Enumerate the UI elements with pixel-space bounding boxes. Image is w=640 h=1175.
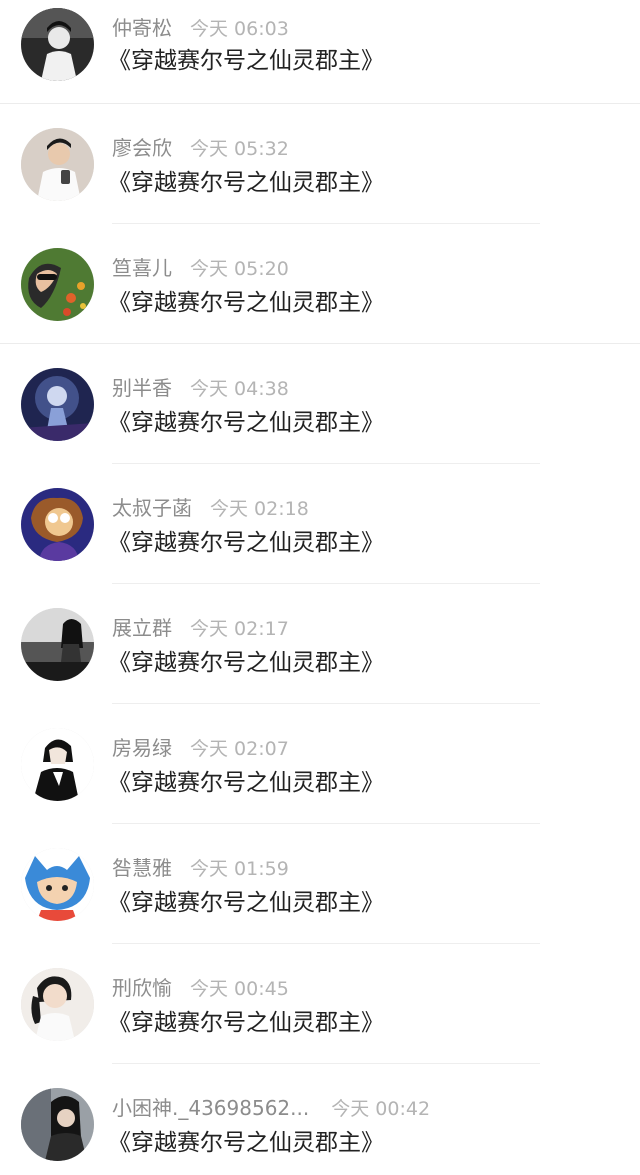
list-item[interactable]: 小困神._43698562... 今天 00:42 《穿越赛尔号之仙灵郡主》: [0, 1064, 640, 1175]
comment-text: 《穿越赛尔号之仙灵郡主》: [108, 410, 384, 436]
timestamp: 今天 01:59: [190, 858, 289, 880]
item-meta: 展立群 今天 02:17: [112, 614, 289, 642]
item-meta: 别半香 今天 04:38: [112, 374, 289, 402]
avatar-anime-boy-suit-icon: [21, 728, 94, 801]
comment-text: 《穿越赛尔号之仙灵郡主》: [108, 890, 384, 916]
user-name[interactable]: 刑欣愉: [112, 976, 172, 1000]
user-name[interactable]: 太叔子菡: [112, 496, 192, 520]
comment-list: 仲寄松 今天 06:03 《穿越赛尔号之仙灵郡主》 廖会欣 今天 05:32 《穿越…: [0, 0, 640, 1175]
avatar-girl-dark-hair-icon: [21, 1088, 94, 1161]
list-item[interactable]: 仲寄松 今天 06:03 《穿越赛尔号之仙灵郡主》: [0, 0, 640, 104]
avatar[interactable]: [21, 848, 94, 921]
avatar-cartoon-chipmunk-icon: [21, 488, 94, 561]
list-item[interactable]: 别半香 今天 04:38 《穿越赛尔号之仙灵郡主》: [0, 344, 640, 464]
comment-text: 《穿越赛尔号之仙灵郡主》: [108, 650, 384, 676]
avatar-blue-figure-icon: [21, 368, 94, 441]
user-name[interactable]: 咎慧雅: [112, 856, 172, 880]
list-item[interactable]: 笪喜儿 今天 05:20 《穿越赛尔号之仙灵郡主》: [0, 224, 640, 344]
comment-text: 《穿越赛尔号之仙灵郡主》: [108, 170, 384, 196]
avatar-stitch-hood-icon: [21, 848, 94, 921]
item-meta: 小困神._43698562... 今天 00:42: [112, 1094, 430, 1122]
timestamp: 今天 05:32: [190, 138, 289, 160]
avatar[interactable]: [21, 608, 94, 681]
avatar[interactable]: [21, 968, 94, 1041]
timestamp: 今天 04:38: [190, 378, 289, 400]
user-name[interactable]: 房易绿: [112, 736, 172, 760]
comment-text: 《穿越赛尔号之仙灵郡主》: [108, 1130, 384, 1156]
timestamp: 今天 00:42: [331, 1098, 431, 1120]
avatar[interactable]: [21, 248, 94, 321]
list-item[interactable]: 咎慧雅 今天 01:59 《穿越赛尔号之仙灵郡主》: [0, 824, 640, 944]
item-meta: 咎慧雅 今天 01:59: [112, 854, 289, 882]
item-meta: 房易绿 今天 02:07: [112, 734, 289, 762]
user-name[interactable]: 仲寄松: [112, 16, 172, 40]
timestamp: 今天 02:17: [190, 618, 289, 640]
item-meta: 刑欣愉 今天 00:45: [112, 974, 289, 1002]
timestamp: 今天 05:20: [190, 258, 289, 280]
item-meta: 笪喜儿 今天 05:20: [112, 254, 289, 282]
list-item[interactable]: 展立群 今天 02:17 《穿越赛尔号之仙灵郡主》: [0, 584, 640, 704]
comment-text: 《穿越赛尔号之仙灵郡主》: [108, 290, 384, 316]
comment-text: 《穿越赛尔号之仙灵郡主》: [108, 530, 384, 556]
timestamp: 今天 02:18: [210, 498, 309, 520]
avatar-girl-ponytail-icon: [21, 968, 94, 1041]
comment-text: 《穿越赛尔号之仙灵郡主》: [108, 48, 384, 74]
item-meta: 仲寄松 今天 06:03: [112, 14, 289, 42]
avatar-boy-phone-icon: [21, 128, 94, 201]
avatar[interactable]: [21, 8, 94, 81]
user-name[interactable]: 展立群: [112, 616, 172, 640]
avatar-girl-landscape-icon: [21, 608, 94, 681]
list-item[interactable]: 廖会欣 今天 05:32 《穿越赛尔号之仙灵郡主》: [0, 104, 640, 224]
user-name[interactable]: 小困神._43698562...: [112, 1096, 309, 1120]
avatar[interactable]: [21, 128, 94, 201]
avatar[interactable]: [21, 728, 94, 801]
avatar-boy-black-white-icon: [21, 8, 94, 81]
timestamp: 今天 00:45: [190, 978, 289, 1000]
user-name[interactable]: 廖会欣: [112, 136, 172, 160]
list-item[interactable]: 房易绿 今天 02:07 《穿越赛尔号之仙灵郡主》: [0, 704, 640, 824]
avatar[interactable]: [21, 368, 94, 441]
user-name[interactable]: 笪喜儿: [112, 256, 172, 280]
item-meta: 太叔子菡 今天 02:18: [112, 494, 309, 522]
avatar-girl-sunglasses-flowers-icon: [21, 248, 94, 321]
comment-text: 《穿越赛尔号之仙灵郡主》: [108, 1010, 384, 1036]
item-meta: 廖会欣 今天 05:32: [112, 134, 289, 162]
list-item[interactable]: 太叔子菡 今天 02:18 《穿越赛尔号之仙灵郡主》: [0, 464, 640, 584]
timestamp: 今天 02:07: [190, 738, 289, 760]
avatar[interactable]: [21, 488, 94, 561]
timestamp: 今天 06:03: [190, 18, 289, 40]
list-item[interactable]: 刑欣愉 今天 00:45 《穿越赛尔号之仙灵郡主》: [0, 944, 640, 1064]
user-name[interactable]: 别半香: [112, 376, 172, 400]
avatar[interactable]: [21, 1088, 94, 1161]
comment-text: 《穿越赛尔号之仙灵郡主》: [108, 770, 384, 796]
